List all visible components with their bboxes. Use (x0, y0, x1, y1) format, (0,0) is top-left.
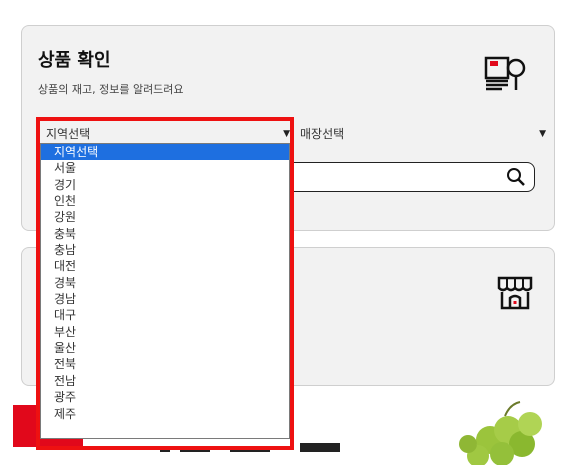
dropdown-option[interactable]: 전남 (41, 373, 289, 389)
dropdown-option[interactable]: 경북 (41, 275, 289, 291)
chevron-down-icon: ▼ (539, 129, 546, 139)
dropdown-option[interactable]: 경기 (41, 177, 289, 193)
region-dropdown-list[interactable]: 지역선택 서울 경기 인천 강원 충북 충남 대전 경북 경남 대구 부산 울산… (40, 143, 290, 439)
grapes-image (450, 400, 550, 469)
product-check-subtitle: 상품의 재고, 정보를 알려드려요 (38, 83, 184, 96)
search-icon[interactable] (506, 167, 526, 191)
dropdown-option[interactable]: 충남 (41, 242, 289, 258)
dropdown-option[interactable]: 서울 (41, 160, 289, 176)
dropdown-option[interactable]: 지역선택 (41, 144, 289, 161)
dropdown-option[interactable]: 대전 (41, 258, 289, 274)
dropdown-option[interactable]: 제주 (41, 406, 289, 422)
document-search-icon (484, 54, 528, 98)
dropdown-option[interactable]: 부산 (41, 324, 289, 340)
store-select-value: 매장선택 (300, 127, 345, 141)
dropdown-option[interactable]: 강원 (41, 209, 289, 225)
product-check-title: 상품 확인 (38, 50, 111, 71)
dropdown-option[interactable]: 광주 (41, 389, 289, 405)
region-select-value: 지역선택 (46, 127, 91, 141)
dropdown-option[interactable]: 전북 (41, 356, 289, 372)
dropdown-option[interactable]: 울산 (41, 340, 289, 356)
promo-banner-text (160, 438, 350, 452)
dropdown-option[interactable]: 인천 (41, 193, 289, 209)
store-select[interactable]: 매장선택 ▼ (300, 120, 546, 148)
dropdown-option[interactable]: 충북 (41, 226, 289, 242)
dropdown-option[interactable]: 경남 (41, 291, 289, 307)
dropdown-option[interactable]: 대구 (41, 307, 289, 323)
storefront-icon (496, 274, 534, 316)
